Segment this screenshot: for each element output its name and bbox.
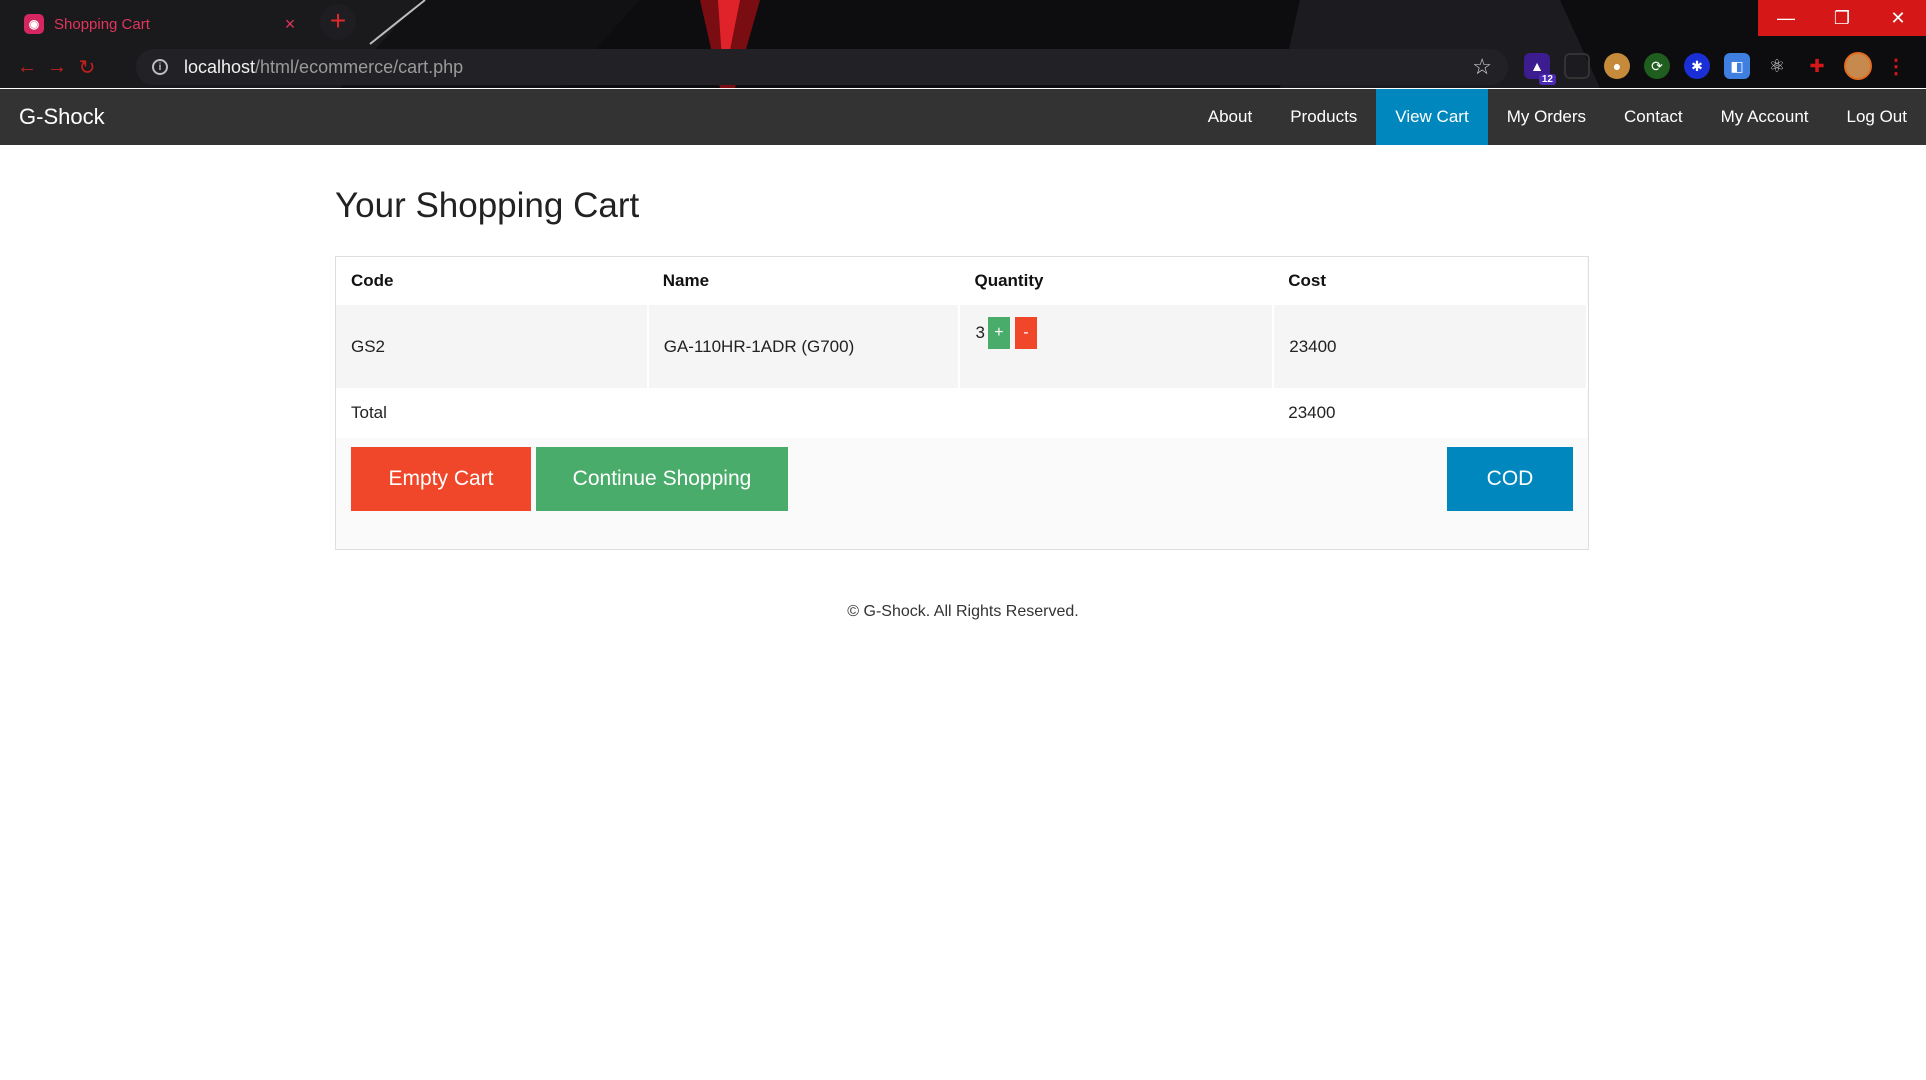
bookmark-star-icon[interactable]: ☆ — [1472, 54, 1492, 80]
page-title: Your Shopping Cart — [335, 186, 640, 225]
browser-toolbar: ← → ↻ i localhost/html/ecommerce/cart.ph… — [0, 46, 1926, 88]
browser-tab[interactable]: ◉ Shopping Cart × — [12, 4, 312, 44]
nav-links: About Products View Cart My Orders Conta… — [1189, 89, 1926, 145]
address-bar[interactable]: i localhost/html/ecommerce/cart.php ☆ — [136, 49, 1508, 85]
cart-total-row: Total 23400 — [336, 388, 1587, 438]
tab-close-icon[interactable]: × — [280, 14, 300, 35]
nav-about[interactable]: About — [1189, 89, 1271, 145]
item-quantity: 3 — [975, 323, 985, 342]
column-header-code: Code — [336, 257, 648, 305]
site-info-icon[interactable]: i — [152, 59, 168, 75]
extension-cookie-icon[interactable]: ● — [1604, 53, 1630, 79]
minimize-icon[interactable]: — — [1758, 0, 1814, 36]
cart-table: Code Name Quantity Cost GS2 GA-110HR-1AD… — [336, 257, 1588, 438]
extension-color-icon[interactable]: ◧ — [1724, 53, 1750, 79]
total-spacer — [647, 388, 960, 438]
total-value: 23400 — [1273, 388, 1587, 438]
reload-icon[interactable]: ↻ — [72, 55, 102, 80]
nav-contact[interactable]: Contact — [1605, 89, 1702, 145]
extension-badge: 12 — [1538, 74, 1556, 85]
restore-icon[interactable]: ❐ — [1814, 0, 1870, 36]
profile-avatar[interactable] — [1844, 52, 1872, 80]
extension-blob-icon[interactable]: ✱ — [1684, 53, 1710, 79]
back-arrow-icon[interactable]: ← — [12, 56, 42, 79]
tab-title: Shopping Cart — [54, 15, 150, 33]
empty-cart-button[interactable]: Empty Cart — [351, 447, 531, 511]
item-name: GA-110HR-1ADR (G700) — [647, 305, 961, 388]
site-brand[interactable]: G-Shock — [19, 89, 105, 145]
quantity-increase-button[interactable]: + — [987, 317, 1010, 349]
nav-my-account[interactable]: My Account — [1702, 89, 1828, 145]
extensions-bar: ▲ 12 ● ⟳ ✱ ◧ ⚛ ✚ ⋮ — [1524, 52, 1906, 85]
extension-graduation-icon[interactable]: ▲ 12 — [1524, 53, 1556, 85]
cart-header-row: Code Name Quantity Cost — [336, 257, 1587, 305]
nav-view-cart[interactable]: View Cart — [1376, 89, 1488, 145]
column-header-name: Name — [647, 257, 960, 305]
item-quantity-cell: 3 + - — [959, 305, 1275, 388]
extension-refresh-icon[interactable]: ⟳ — [1644, 53, 1670, 79]
total-label: Total — [336, 388, 648, 438]
browser-chrome: ◉ Shopping Cart × + — ❐ ✕ ← → ↻ i localh… — [0, 0, 1926, 88]
site-navbar: G-Shock About Products View Cart My Orde… — [0, 89, 1926, 145]
nav-products[interactable]: Products — [1271, 89, 1376, 145]
url-path: /html/ecommerce/cart.php — [255, 56, 464, 77]
continue-shopping-button[interactable]: Continue Shopping — [536, 447, 788, 511]
tab-favicon-icon: ◉ — [24, 14, 44, 34]
url-text: localhost/html/ecommerce/cart.php — [184, 57, 463, 78]
window-controls: — ❐ ✕ — [1758, 0, 1926, 36]
browser-menu-icon[interactable]: ⋮ — [1886, 54, 1906, 79]
nav-log-out[interactable]: Log Out — [1828, 89, 1926, 145]
site-footer: © G-Shock. All Rights Reserved. — [847, 603, 1079, 620]
new-tab-button[interactable]: + — [320, 4, 356, 40]
extension-puzzle-icon[interactable]: ✚ — [1804, 53, 1830, 79]
cod-button[interactable]: COD — [1447, 447, 1573, 511]
close-window-icon[interactable]: ✕ — [1870, 0, 1926, 36]
nav-my-orders[interactable]: My Orders — [1488, 89, 1605, 145]
table-row: GS2 GA-110HR-1ADR (G700) 3 + - 23400 — [336, 305, 1588, 388]
column-header-cost: Cost — [1273, 257, 1587, 305]
item-code: GS2 — [336, 305, 649, 388]
item-cost: 23400 — [1273, 305, 1588, 388]
cart-panel: Code Name Quantity Cost GS2 GA-110HR-1AD… — [335, 256, 1589, 550]
extension-react-icon[interactable]: ⚛ — [1764, 53, 1790, 79]
quantity-decrease-button[interactable]: - — [1014, 317, 1037, 349]
extension-blank-icon[interactable] — [1564, 53, 1590, 79]
column-header-quantity: Quantity — [959, 257, 1274, 305]
forward-arrow-icon[interactable]: → — [42, 56, 72, 79]
url-host: localhost — [184, 56, 256, 77]
total-spacer — [959, 388, 1274, 438]
